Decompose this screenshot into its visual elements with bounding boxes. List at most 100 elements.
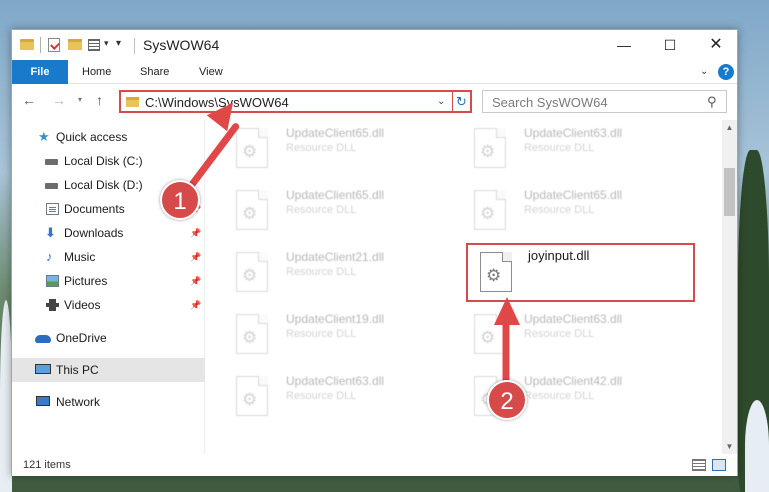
- search-input[interactable]: Search SysWOW64 ⚲: [482, 90, 727, 113]
- forward-arrow-icon[interactable]: →: [52, 92, 66, 108]
- tab-home[interactable]: Home: [82, 60, 111, 84]
- recent-locations-icon[interactable]: ▾: [78, 95, 82, 104]
- pin-icon[interactable]: 📌: [190, 221, 201, 245]
- minimize-button[interactable]: —: [601, 30, 647, 60]
- annotation-badge-1: 1: [160, 180, 200, 220]
- file-type: Resource DLL: [286, 266, 357, 278]
- file-name: UpdateClient19.dll: [286, 312, 385, 326]
- file-tile[interactable]: ⚙ UpdateClient19.dll Resource DLL: [206, 306, 436, 362]
- close-button[interactable]: ✕: [693, 30, 739, 60]
- view-toggle-icon[interactable]: [88, 39, 100, 51]
- expand-ribbon-icon[interactable]: ⌄: [700, 66, 708, 77]
- vertical-scrollbar[interactable]: ▲ ▼: [722, 120, 737, 454]
- sidebar-item-music[interactable]: ♪ Music 📌: [12, 245, 205, 269]
- file-tile[interactable]: ⚙ UpdateClient65.dll Resource DLL: [206, 182, 436, 238]
- dll-file-icon: ⚙: [236, 190, 268, 230]
- tab-file[interactable]: File: [12, 60, 68, 84]
- file-name: UpdateClient63.dll: [524, 126, 623, 140]
- folder-icon: [20, 39, 34, 50]
- file-type: Resource DLL: [286, 142, 357, 154]
- gear-icon: ⚙: [242, 328, 258, 347]
- ribbon-tabs: File Home Share View ⌄ ?: [12, 60, 737, 84]
- annotation-arrowhead-2: [494, 297, 520, 325]
- address-bar[interactable]: C:\Windows\SysWOW64 ⌄ ↻: [119, 90, 472, 113]
- gear-icon: ⚙: [480, 204, 496, 223]
- help-icon[interactable]: ?: [718, 64, 734, 80]
- file-name: UpdateClient65.dll: [286, 188, 385, 202]
- sidebar-item-this-pc[interactable]: This PC: [12, 358, 205, 382]
- sidebar-item-downloads[interactable]: ⬇ Downloads 📌: [12, 221, 205, 245]
- file-name: UpdateClient63.dll: [286, 374, 385, 388]
- file-tile[interactable]: ⚙ UpdateClient63.dll Resource DLL: [444, 306, 674, 362]
- dll-file-icon: ⚙: [474, 190, 506, 230]
- sidebar-item-label: Documents: [64, 202, 125, 216]
- pin-icon[interactable]: 📌: [190, 269, 201, 293]
- scroll-up-icon[interactable]: ▲: [722, 120, 737, 135]
- new-folder-icon[interactable]: [68, 39, 82, 50]
- window-title: SysWOW64: [143, 37, 220, 53]
- file-tile[interactable]: ⚙ UpdateClient63.dll Resource DLL: [206, 368, 436, 424]
- tab-view[interactable]: View: [199, 60, 223, 84]
- item-count: 121 items: [23, 459, 71, 471]
- file-tile[interactable]: ⚙ UpdateClient65.dll Resource DLL: [444, 182, 674, 238]
- file-tile[interactable]: ⚙ UpdateClient42.dll Resource DLL: [444, 368, 674, 424]
- details-view-icon[interactable]: [692, 459, 706, 471]
- sidebar-item-network[interactable]: Network: [12, 390, 205, 414]
- sidebar-item-pictures[interactable]: Pictures 📌: [12, 269, 205, 293]
- music-icon: ♪: [46, 249, 53, 264]
- gear-icon: ⚙: [242, 204, 258, 223]
- properties-icon[interactable]: [48, 38, 60, 52]
- pin-icon[interactable]: 📌: [190, 245, 201, 269]
- sidebar-item-label: This PC: [56, 363, 99, 377]
- scrollbar-thumb[interactable]: [724, 168, 735, 216]
- tab-share[interactable]: Share: [140, 60, 169, 84]
- navigation-pane: ★ Quick access Local Disk (C:) Local Dis…: [12, 120, 205, 454]
- file-name: UpdateClient63.dll: [524, 312, 623, 326]
- title-separator: [134, 38, 135, 54]
- up-arrow-icon[interactable]: ↑: [96, 92, 103, 108]
- dll-file-icon: ⚙: [236, 252, 268, 292]
- star-icon: ★: [38, 129, 50, 144]
- chevron-down-icon[interactable]: ▾: [104, 38, 109, 54]
- search-icon[interactable]: ⚲: [707, 94, 717, 110]
- dll-file-icon: ⚙: [236, 376, 268, 416]
- file-name: UpdateClient42.dll: [524, 374, 623, 388]
- file-tile[interactable]: ⚙ UpdateClient21.dll Resource DLL: [206, 244, 436, 300]
- sidebar-item-label: Videos: [64, 298, 101, 312]
- file-name: UpdateClient65.dll: [524, 188, 623, 202]
- scroll-down-icon[interactable]: ▼: [722, 439, 737, 454]
- sidebar-item-videos[interactable]: Videos 📌: [12, 293, 205, 317]
- dll-file-icon: ⚙: [474, 128, 506, 168]
- gear-icon: ⚙: [480, 328, 496, 347]
- sidebar-item-label: Local Disk (C:): [64, 154, 143, 168]
- pin-icon[interactable]: 📌: [190, 293, 201, 317]
- refresh-icon[interactable]: ↻: [452, 92, 470, 111]
- sidebar-item-label: Local Disk (D:): [64, 178, 143, 192]
- sidebar-item-label: Pictures: [64, 274, 108, 288]
- chevron-down-icon[interactable]: ⌄: [437, 96, 445, 107]
- sidebar-item-label: Quick access: [56, 130, 128, 144]
- network-icon: [36, 396, 50, 406]
- sidebar-item-local-disk-c[interactable]: Local Disk (C:): [12, 149, 205, 173]
- file-type: Resource DLL: [524, 390, 595, 402]
- sidebar-item-onedrive[interactable]: OneDrive: [12, 326, 205, 350]
- maximize-button[interactable]: ☐: [647, 30, 693, 60]
- file-tile[interactable]: ⚙ UpdateClient63.dll Resource DLL: [444, 120, 674, 176]
- gear-icon: ⚙: [480, 142, 496, 161]
- sidebar-item-quick-access[interactable]: ★ Quick access: [12, 125, 205, 149]
- file-type: Resource DLL: [524, 142, 595, 154]
- onedrive-icon: [35, 335, 51, 343]
- quick-access-separator: [40, 37, 41, 53]
- pictures-icon: [46, 275, 59, 287]
- customize-toolbar-icon[interactable]: ▾: [116, 38, 121, 54]
- tiles-view-icon[interactable]: [712, 459, 726, 471]
- sidebar-item-label: OneDrive: [56, 331, 107, 345]
- highlight-file-box: [466, 243, 695, 302]
- gear-icon: ⚙: [242, 266, 258, 285]
- videos-icon: [46, 299, 59, 311]
- sidebar-item-label: Music: [64, 250, 96, 264]
- sidebar-item-label: Downloads: [64, 226, 124, 240]
- desktop-background-snow: [745, 400, 769, 492]
- back-arrow-icon[interactable]: ←: [22, 92, 36, 108]
- file-tile[interactable]: ⚙ UpdateClient65.dll Resource DLL: [206, 120, 436, 176]
